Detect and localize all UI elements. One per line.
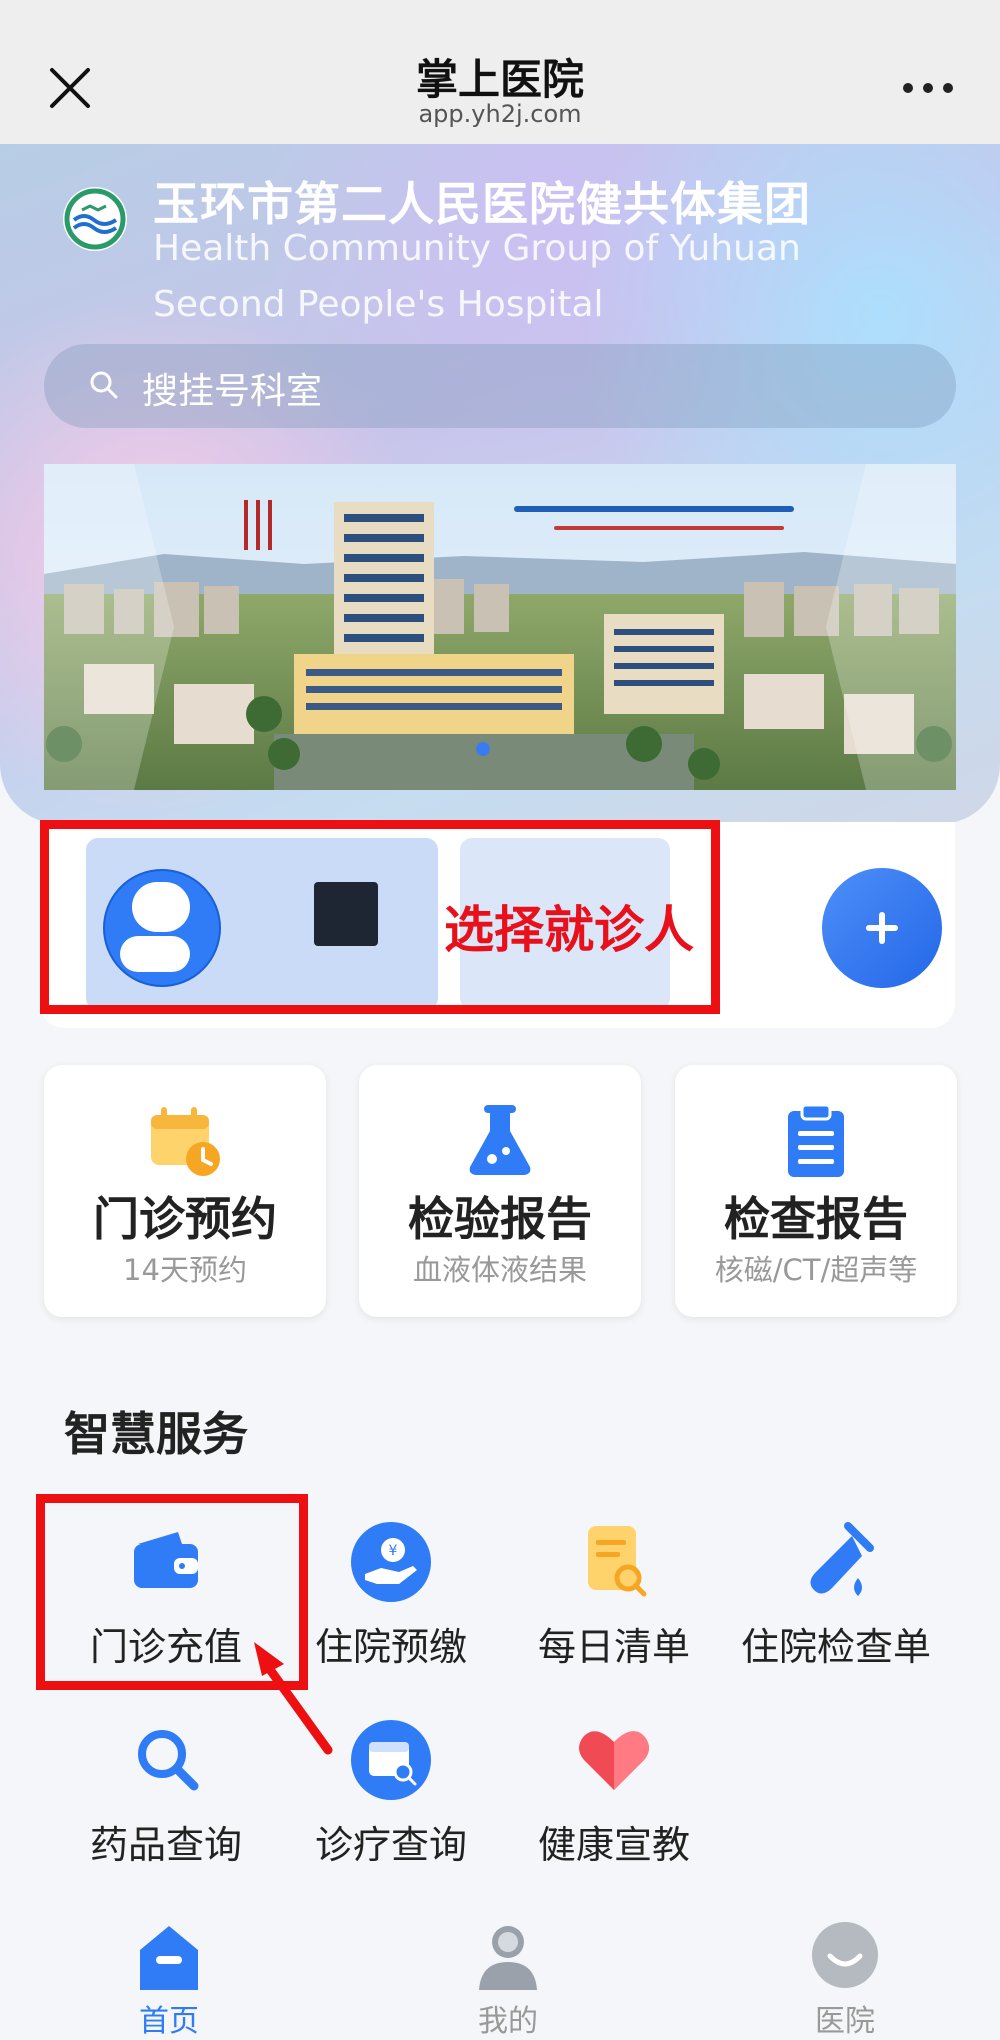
service-label: 药品查询 <box>89 1823 242 1867</box>
service-label: 健康宣教 <box>537 1823 690 1867</box>
quick-card-title: 检查报告 <box>724 1192 908 1246</box>
tab-hospital[interactable]: 医院 <box>785 1996 905 2040</box>
service-health-education[interactable]: 健康宣教 <box>504 1720 724 1880</box>
service-outpatient-recharge[interactable]: 门诊充值 <box>56 1522 276 1682</box>
service-drug-query[interactable]: 药品查询 <box>56 1720 276 1880</box>
service-treatment-query[interactable]: 诊疗查询 <box>281 1720 501 1880</box>
service-inpatient-exam-list[interactable]: 住院检查单 <box>726 1522 946 1682</box>
wallet-icon <box>134 1532 198 1588</box>
heart-icon <box>579 1731 649 1790</box>
hospital-building-illustration <box>44 464 956 790</box>
tab-home[interactable]: 首页 <box>109 1996 229 2040</box>
hospital-name: 玉环市第二人民医院健共体集团 <box>153 177 811 231</box>
hospital-icon[interactable] <box>810 1920 880 1990</box>
tab-mine[interactable]: 我的 <box>448 1996 568 2040</box>
service-label: 门诊充值 <box>89 1625 242 1669</box>
service-label: 住院检查单 <box>740 1625 931 1669</box>
top-nav-bar: 掌上医院 app.yh2j.com <box>0 0 1000 144</box>
search-icon <box>138 1730 199 1791</box>
section-title-smart-services: 智慧服务 <box>64 1407 248 1461</box>
service-daily-bill[interactable]: 每日清单 <box>504 1522 724 1682</box>
hospital-logo <box>63 187 127 251</box>
hospital-banner-image[interactable] <box>44 464 956 790</box>
calendar-search-icon <box>351 1720 431 1800</box>
service-label: 住院预缴 <box>314 1625 467 1669</box>
quick-card-subtitle: 血液体液结果 <box>412 1253 587 1287</box>
nav-title: 掌上医院 <box>415 55 584 104</box>
bill-search-icon <box>588 1526 647 1597</box>
service-label: 每日清单 <box>537 1625 690 1669</box>
select-patient-label: 选择就诊人 <box>444 901 694 959</box>
quick-card-title: 门诊预约 <box>93 1192 277 1246</box>
search-placeholder: 搜挂号科室 <box>142 371 323 412</box>
quick-card-subtitle: 14天预约 <box>123 1253 247 1287</box>
test-tube-icon <box>810 1522 874 1596</box>
patient-name-redacted <box>314 882 378 946</box>
hospital-name-en-line2: Second People's Hospital <box>153 284 604 325</box>
quick-card-exam-report[interactable]: 检查报告 核磁/CT/超声等 <box>675 1065 957 1317</box>
carousel-indicator[interactable] <box>476 742 490 756</box>
home-icon[interactable] <box>134 1920 204 1990</box>
add-patient-button[interactable] <box>822 868 942 988</box>
search-input[interactable]: 搜挂号科室 <box>44 344 956 428</box>
avatar-icon <box>103 869 221 987</box>
calendar-clock-icon <box>151 1107 220 1176</box>
service-inpatient-prepay[interactable]: ¥ 住院预缴 <box>281 1522 501 1682</box>
quick-card-subtitle: 核磁/CT/超声等 <box>714 1253 918 1287</box>
hospital-name-en: Health Community Group of Yuhuan <box>153 228 801 269</box>
more-icon[interactable] <box>900 80 960 100</box>
hero-header: 玉环市第二人民医院健共体集团 Health Community Group of… <box>0 144 1000 824</box>
quick-card-lab-report[interactable]: 检验报告 血液体液结果 <box>359 1065 641 1317</box>
flask-icon <box>469 1105 531 1175</box>
search-icon <box>90 371 118 399</box>
quick-card-appointment[interactable]: 门诊预约 14天预约 <box>44 1065 326 1317</box>
clipboard-icon <box>788 1103 844 1177</box>
quick-card-title: 检验报告 <box>408 1192 592 1246</box>
service-label: 诊疗查询 <box>314 1823 467 1867</box>
hand-coin-icon: ¥ <box>351 1522 431 1602</box>
svg-text:¥: ¥ <box>389 1543 398 1559</box>
nav-url: app.yh2j.com <box>418 100 582 128</box>
user-icon[interactable] <box>473 1920 543 1990</box>
